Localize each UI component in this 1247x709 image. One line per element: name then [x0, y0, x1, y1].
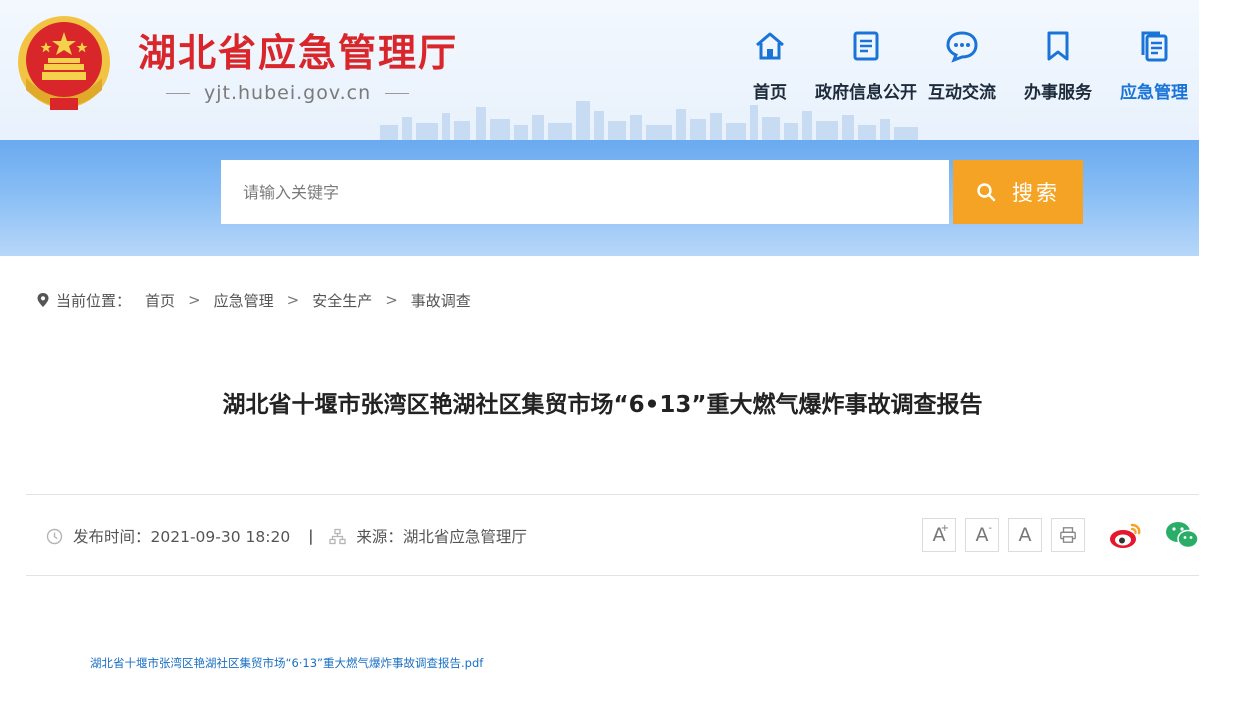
wechat-share-icon[interactable]: [1164, 519, 1200, 551]
search-button-label: 搜索: [1012, 181, 1060, 205]
font-default-label: A: [1018, 524, 1032, 546]
file-copy-icon: [1141, 31, 1168, 62]
bookmark-icon: [1047, 31, 1069, 61]
meta-divider: |: [308, 527, 314, 545]
nav-label-emergency: 应急管理: [1120, 83, 1188, 103]
search-input[interactable]: [221, 160, 949, 224]
search-band: 搜索: [0, 140, 1199, 256]
breadcrumb: 当前位置： 首页 > 应急管理 > 安全生产 > 事故调查: [36, 288, 471, 312]
nav-label-home: 首页: [753, 83, 787, 103]
nav-item-gov-info[interactable]: 政府信息公开: [815, 22, 917, 122]
print-button[interactable]: [1051, 518, 1085, 552]
nav-item-services[interactable]: 办事服务: [1010, 22, 1106, 122]
breadcrumb-separator: >: [188, 291, 201, 309]
site-title: 湖北省应急管理厅: [138, 31, 459, 75]
breadcrumb-safety[interactable]: 安全生产: [312, 290, 372, 311]
article-source: 来源：湖北省应急管理厅: [356, 528, 527, 546]
font-smaller-label: A: [975, 524, 989, 546]
font-larger-button[interactable]: A +: [922, 518, 956, 552]
printer-icon: [1060, 527, 1076, 543]
breadcrumb-home[interactable]: 首页: [145, 290, 175, 311]
nav-item-interaction[interactable]: 互动交流: [914, 22, 1010, 122]
article-tools: A + A - A: [922, 518, 1200, 552]
nav-item-emergency[interactable]: 应急管理: [1106, 22, 1199, 122]
breadcrumb-separator: >: [286, 291, 300, 309]
chat-bubble-icon: [946, 31, 978, 63]
domain-dash-left: [166, 92, 190, 94]
nav-label-gov-info: 政府信息公开: [815, 83, 917, 103]
attachment-pdf-link[interactable]: 湖北省十堰市张湾区艳湖社区集贸市场“6·13”重大燃气爆炸事故调查报告.pdf: [90, 655, 483, 671]
domain-dash-right: [385, 92, 410, 94]
font-smaller-button[interactable]: A -: [965, 518, 999, 552]
search-icon: [977, 183, 996, 202]
main-nav: 首页 政府信息公开 互动交流 办事服务 应急管理: [722, 22, 1199, 122]
publish-time: 发布时间：2021-09-30 18:20: [73, 528, 291, 546]
site-header: 湖北省应急管理厅 yjt.hubei.gov.cn 首页 政府信息公开 互动交流…: [0, 0, 1199, 140]
document-icon: [853, 31, 879, 61]
location-pin-icon: [37, 293, 49, 307]
breadcrumb-label: 当前位置：: [56, 291, 132, 310]
domain-text: yjt.hubei.gov.cn: [204, 82, 372, 104]
article-title: 湖北省十堰市张湾区艳湖社区集贸市场“6•13”重大燃气爆炸事故调查报告: [222, 392, 983, 418]
national-emblem-icon: [18, 16, 110, 110]
divider-line: [26, 575, 1199, 576]
site-domain: yjt.hubei.gov.cn: [166, 82, 426, 104]
weibo-share-icon[interactable]: [1108, 519, 1144, 551]
divider-line: [26, 494, 1199, 495]
search-button[interactable]: 搜索: [953, 160, 1083, 224]
breadcrumb-accident[interactable]: 事故调查: [411, 290, 471, 311]
nav-label-services: 办事服务: [1024, 83, 1092, 103]
breadcrumb-emergency[interactable]: 应急管理: [214, 290, 274, 311]
clock-icon: [46, 528, 63, 544]
home-icon: [756, 32, 784, 60]
article-meta: 发布时间：2021-09-30 18:20 | 来源：湖北省应急管理厅: [46, 524, 527, 548]
font-smaller-sign: -: [988, 523, 992, 534]
nav-item-home[interactable]: 首页: [722, 22, 818, 122]
font-larger-sign: +: [940, 523, 949, 534]
nav-label-interaction: 互动交流: [928, 83, 996, 103]
font-default-button[interactable]: A: [1008, 518, 1042, 552]
breadcrumb-separator: >: [385, 291, 398, 309]
org-chart-icon: [329, 528, 347, 544]
